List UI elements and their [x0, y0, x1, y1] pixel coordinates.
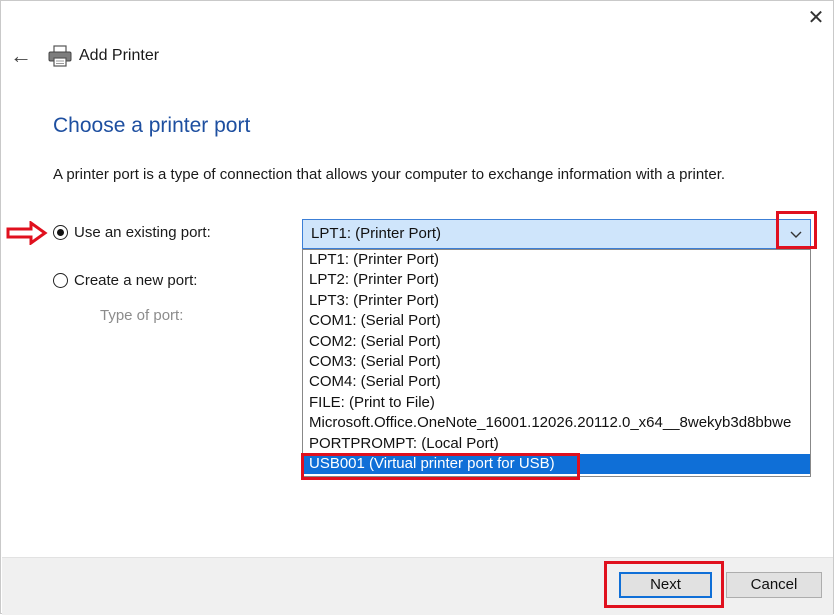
- port-option-com1[interactable]: COM1: (Serial Port): [303, 311, 810, 331]
- use-existing-port-radio[interactable]: Use an existing port:: [53, 224, 211, 241]
- port-option-onenote[interactable]: Microsoft.Office.OneNote_16001.12026.201…: [303, 413, 810, 433]
- add-printer-window: ✕ ← Add Printer Choose a printer port A …: [0, 0, 834, 615]
- port-option-com3[interactable]: COM3: (Serial Port): [303, 352, 810, 372]
- port-option-portprompt[interactable]: PORTPROMPT: (Local Port): [303, 434, 810, 454]
- red-arrow-icon: [6, 221, 48, 245]
- page-description: A printer port is a type of connection t…: [53, 166, 726, 183]
- radio-button-unchecked[interactable]: [53, 273, 68, 288]
- port-option-file[interactable]: FILE: (Print to File): [303, 393, 810, 413]
- port-select-value: LPT1: (Printer Port): [311, 225, 442, 242]
- type-of-port-label: Type of port:: [100, 307, 184, 324]
- port-option-usb001[interactable]: USB001 (Virtual printer port for USB): [303, 453, 810, 475]
- cancel-button[interactable]: Cancel: [726, 572, 822, 598]
- port-option-com4[interactable]: COM4: (Serial Port): [303, 372, 810, 392]
- port-option-lpt1[interactable]: LPT1: (Printer Port): [303, 250, 810, 270]
- create-new-port-radio[interactable]: Create a new port:: [53, 272, 197, 289]
- close-icon[interactable]: ✕: [801, 5, 831, 31]
- port-select[interactable]: LPT1: (Printer Port): [302, 219, 811, 249]
- create-new-port-label: Create a new port:: [74, 272, 198, 289]
- page-title: Choose a printer port: [53, 114, 251, 137]
- port-option-lpt2[interactable]: LPT2: (Printer Port): [303, 270, 810, 290]
- window-title: Add Printer: [79, 47, 160, 64]
- printer-icon: [48, 45, 72, 67]
- chevron-down-icon[interactable]: [784, 222, 808, 246]
- use-existing-port-label: Use an existing port:: [74, 224, 211, 241]
- radio-button-checked[interactable]: [53, 225, 68, 240]
- port-option-lpt3[interactable]: LPT3: (Printer Port): [303, 291, 810, 311]
- port-option-com2[interactable]: COM2: (Serial Port): [303, 332, 810, 352]
- next-button[interactable]: Next: [619, 572, 712, 598]
- arrow-left-icon[interactable]: ←: [7, 43, 35, 69]
- port-dropdown-list[interactable]: LPT1: (Printer Port) LPT2: (Printer Port…: [302, 249, 811, 477]
